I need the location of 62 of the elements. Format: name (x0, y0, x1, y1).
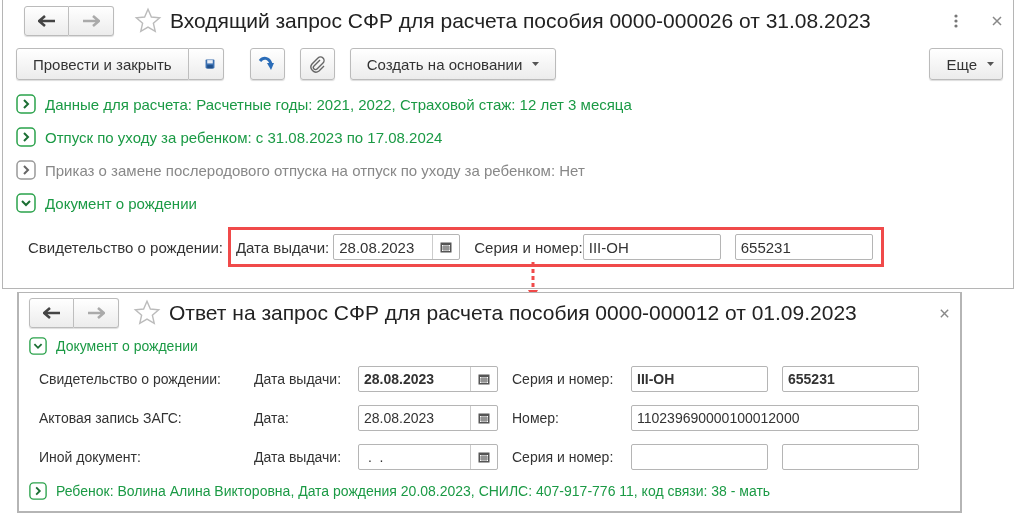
left-arrow-icon (37, 15, 56, 27)
field-label: Номер: (512, 410, 560, 426)
section-link[interactable]: Данные для расчета: Расчетные годы: 2021, 2022, Страховой стаж: 12 лет 3 месяца (45, 95, 632, 113)
close-icon[interactable] (991, 15, 1003, 27)
section-link[interactable]: Документ о рождении (45, 194, 197, 212)
caret-icon (532, 62, 540, 66)
date-field[interactable]: . . (358, 444, 498, 470)
expand-toggle-icon[interactable] (16, 127, 36, 147)
expand-toggle-icon[interactable] (16, 94, 36, 114)
back-button[interactable] (24, 6, 69, 36)
section-link[interactable]: Приказ о замене послеродового отпуска на отпуск по уходу за ребенком: Нет (45, 161, 585, 179)
save-button[interactable] (188, 48, 224, 80)
expand-toggle-icon[interactable] (16, 193, 36, 213)
section-link[interactable]: Документ о рождении (56, 338, 198, 354)
expand-toggle-icon[interactable] (29, 337, 47, 355)
field-label: Серия и номер: (474, 238, 583, 256)
field-label: Дата выдачи: (235, 238, 330, 256)
attach-button[interactable] (299, 48, 335, 80)
expand-toggle-icon[interactable] (16, 160, 36, 180)
window-title: Ответ на запрос СФР для расчета пособия 0000-000012 от 01.09.2023 (169, 301, 858, 325)
series-field[interactable] (631, 444, 768, 470)
calendar-icon (478, 412, 490, 424)
close-icon[interactable] (939, 307, 950, 319)
number-field[interactable]: 655231 (734, 234, 873, 260)
curved-arrow-icon (258, 56, 277, 72)
more-button[interactable]: Еще (929, 48, 1003, 80)
series-field[interactable]: III-ОН (631, 366, 768, 392)
post-and-close-button[interactable]: Провести и закрыть (16, 48, 189, 80)
calendar-icon (440, 241, 453, 253)
star-icon[interactable] (133, 299, 161, 327)
calendar-icon (478, 373, 490, 385)
follow-button[interactable] (249, 48, 285, 80)
expand-toggle-icon[interactable] (29, 482, 47, 500)
more-menu-icon[interactable] (953, 13, 959, 29)
section-link[interactable]: Отпуск по уходу за ребенком: с 31.08.2023 по 17.08.2024 (45, 128, 443, 146)
field-label: Дата: (254, 410, 290, 426)
caret-icon (987, 62, 994, 66)
number-field[interactable] (782, 444, 919, 470)
field-label: Дата выдачи: (254, 449, 343, 465)
right-arrow-icon (82, 15, 100, 27)
field-label: Свидетельство о рождении: (28, 238, 223, 256)
field-label: Актовая запись ЗАГС: (39, 410, 183, 426)
field-label: Серия и номер: (512, 449, 615, 465)
field-label: Серия и номер: (512, 371, 615, 387)
number-field[interactable]: 655231 (782, 366, 919, 392)
field-label: Свидетельство о рождении: (39, 371, 222, 387)
section-link[interactable]: Ребенок: Волина Алина Викторовна, Дата рождения 20.08.2023, СНИЛС: 407-917-776 11, код связи: 38 - мать (56, 483, 771, 499)
right-arrow-icon (87, 307, 105, 319)
series-field[interactable]: III-ОН (582, 234, 721, 260)
field-label: Дата выдачи: (254, 371, 343, 387)
paperclip-icon (309, 55, 326, 73)
number-field[interactable]: 110239690000100012000 (631, 405, 919, 431)
back-button[interactable] (29, 298, 74, 328)
date-field[interactable]: 28.08.2023 (358, 366, 498, 392)
date-field[interactable]: 28.08.2023 (358, 405, 498, 431)
create-based-on-button[interactable]: Создать на основании (349, 48, 557, 80)
field-label: Иной документ: (39, 449, 142, 465)
window-title: Входящий запрос СФР для расчета пособия 0000-000026 от 31.08.2023 (170, 9, 872, 33)
left-arrow-icon (42, 307, 61, 319)
star-icon[interactable] (134, 7, 162, 35)
calendar-icon (478, 451, 490, 463)
date-field[interactable]: 28.08.2023 (333, 234, 461, 260)
